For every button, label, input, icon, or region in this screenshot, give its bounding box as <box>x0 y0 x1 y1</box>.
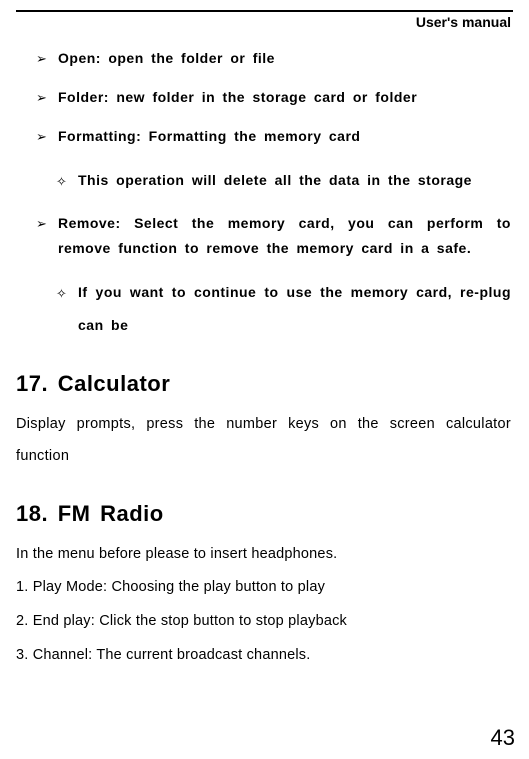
page-number: 43 <box>491 725 515 751</box>
bullet-text: Folder: new folder in the storage card o… <box>58 85 511 110</box>
arrow-bullet-icon: ➢ <box>36 211 58 261</box>
bullet-item-remove: ➢ Remove: Select the memory card, you ca… <box>36 211 511 261</box>
diamond-bullet-icon: ✧ <box>56 164 78 198</box>
sub-item-replug: ✧ If you want to continue to use the mem… <box>56 276 511 343</box>
sub-item-format-warning: ✧ This operation will delete all the dat… <box>56 164 511 198</box>
content-area: ➢ Open: open the folder or file ➢ Folder… <box>16 46 513 672</box>
arrow-bullet-icon: ➢ <box>36 85 58 110</box>
page: User's manual ➢ Open: open the folder or… <box>0 10 529 759</box>
bullet-text: Remove: Select the memory card, you can … <box>58 211 511 261</box>
arrow-bullet-icon: ➢ <box>36 46 58 71</box>
fm-line-1: 1. Play Mode: Choosing the play button t… <box>16 572 511 604</box>
fm-line-2: 2. End play: Click the stop button to st… <box>16 606 511 638</box>
bullet-list: ➢ Open: open the folder or file ➢ Folder… <box>36 46 511 343</box>
bullet-text: Formatting: Formatting the memory card <box>58 124 511 149</box>
sub-text: If you want to continue to use the memor… <box>78 276 511 343</box>
bullet-text: Open: open the folder or file <box>58 46 511 71</box>
bullet-item-open: ➢ Open: open the folder or file <box>36 46 511 71</box>
fm-line-3: 3. Channel: The current broadcast channe… <box>16 640 511 672</box>
section-heading-fm-radio: 18. FM Radio <box>16 501 511 527</box>
fm-intro: In the menu before please to insert head… <box>16 539 511 571</box>
calculator-body: Display prompts, press the number keys o… <box>16 409 511 473</box>
bullet-item-formatting: ➢ Formatting: Formatting the memory card <box>36 124 511 149</box>
header-title: User's manual <box>16 12 513 36</box>
arrow-bullet-icon: ➢ <box>36 124 58 149</box>
section-heading-calculator: 17. Calculator <box>16 371 511 397</box>
sub-text: This operation will delete all the data … <box>78 164 511 198</box>
diamond-bullet-icon: ✧ <box>56 276 78 343</box>
bullet-item-folder: ➢ Folder: new folder in the storage card… <box>36 85 511 110</box>
